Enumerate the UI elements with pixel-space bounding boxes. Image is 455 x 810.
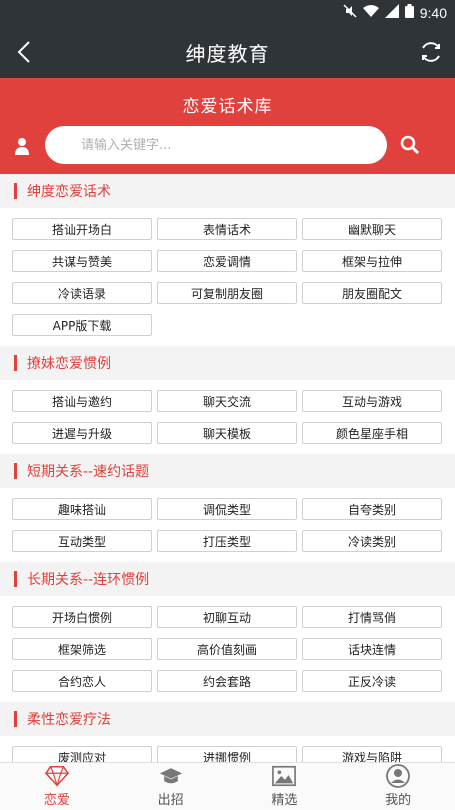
nav-item-love[interactable]: 恋爱	[0, 763, 114, 810]
user-button[interactable]	[10, 134, 34, 158]
status-icons: 9:40	[343, 4, 447, 22]
wifi-icon	[362, 4, 379, 22]
topic-tag-button[interactable]: 聊天交流	[157, 390, 297, 412]
tag-grid: 开场白惯例 初聊互动 打情骂俏框架筛选 高价值刻画 话块连情合约恋人 约会套路 正反冷读	[0, 596, 455, 702]
search-button[interactable]	[397, 132, 423, 158]
topic-tag-button[interactable]: 进挪惯例	[157, 746, 297, 762]
signal-icon	[384, 4, 399, 22]
topic-tag-button[interactable]: 幽默聊天	[302, 218, 442, 240]
section-accent-bar	[14, 183, 17, 199]
search-icon	[400, 135, 420, 155]
topic-tag-button[interactable]: 可复制朋友圈	[157, 282, 297, 304]
topic-tag-button[interactable]: APP版下载	[12, 314, 152, 336]
topic-tag-button[interactable]: 打情骂俏	[302, 606, 442, 628]
nav-item-moves[interactable]: 出招	[114, 763, 228, 810]
tag-grid: 趣味搭讪 调侃类型 自夸类别互动类型 打压类型 冷读类别	[0, 488, 455, 562]
bottom-nav: 恋爱 出招 精选 我的	[0, 762, 455, 810]
nav-label: 恋爱	[43, 793, 70, 808]
topic-tag-button[interactable]: 趣味搭讪	[12, 498, 152, 520]
topic-tag-button[interactable]: 共谋与赞美	[12, 250, 152, 272]
topic-tag-button[interactable]: 初聊互动	[157, 606, 297, 628]
section-accent-bar	[14, 711, 17, 727]
user-icon	[15, 138, 29, 155]
topic-tag-button[interactable]: 冷读类别	[302, 530, 442, 552]
topic-tag-button[interactable]: 自夸类别	[302, 498, 442, 520]
content-area[interactable]: 绅度恋爱话术搭讪开场白 表情话术 幽默聊天共谋与赞美 恋爱调情 框架与拉伸冷读语录 可复制…	[0, 174, 455, 762]
hero-title: 恋爱话术库	[182, 97, 273, 117]
topic-tag-button[interactable]: 互动类型	[12, 530, 152, 552]
topic-tag-button[interactable]: 聊天模板	[157, 422, 297, 444]
search-box	[45, 126, 387, 164]
section-accent-bar	[14, 355, 17, 371]
refresh-button[interactable]	[415, 36, 447, 68]
topic-tag-button[interactable]: 表情话术	[157, 218, 297, 240]
topic-tag-button[interactable]: 搭讪与邀约	[12, 390, 152, 412]
graduation-cap-icon	[159, 765, 183, 787]
page-title: 绅度教育	[185, 42, 270, 66]
tag-grid: 搭讪与邀约 聊天交流 互动与游戏进遲与升级 聊天模板 颜色星座手相	[0, 380, 455, 454]
topic-tag-button[interactable]: 废测应对	[12, 746, 152, 762]
section-accent-bar	[14, 463, 17, 479]
topic-tag-button[interactable]: 高价值刻画	[157, 638, 297, 660]
section-title: 撩妹恋爱惯例	[27, 356, 111, 372]
nav-item-featured[interactable]: 精选	[228, 763, 342, 810]
tag-grid: 废测应对 进挪惯例 游戏与陷阱	[0, 736, 455, 762]
topic-tag-button[interactable]: 调侃类型	[157, 498, 297, 520]
user-circle-icon	[386, 764, 411, 788]
topic-tag-button[interactable]: 合约恋人	[12, 670, 152, 692]
topic-tag-button[interactable]: 框架与拉伸	[302, 250, 442, 272]
battery-icon	[404, 4, 414, 22]
nav-label: 精选	[271, 793, 298, 808]
topic-tag-button[interactable]: 约会套路	[157, 670, 297, 692]
mute-icon	[343, 4, 357, 22]
topic-tag-button[interactable]: 正反冷读	[302, 670, 442, 692]
topic-tag-button[interactable]: 打压类型	[157, 530, 297, 552]
section-list: 绅度恋爱话术搭讪开场白 表情话术 幽默聊天共谋与赞美 恋爱调情 框架与拉伸冷读语录 可复制…	[0, 174, 455, 762]
section-title: 柔性恋爱疗法	[27, 712, 111, 728]
topic-tag-button[interactable]: 互动与游戏	[302, 390, 442, 412]
section-accent-bar	[14, 571, 17, 587]
section-header: 长期关系--连环惯例	[0, 562, 455, 596]
topic-tag-button[interactable]: 框架筛选	[12, 638, 152, 660]
topic-tag-button[interactable]: 游戏与陷阱	[302, 746, 442, 762]
section-header: 柔性恋爱疗法	[0, 702, 455, 736]
status-time: 9:40	[419, 5, 447, 21]
nav-item-mine[interactable]: 我的	[341, 763, 455, 810]
topic-tag-button[interactable]: 进遲与升级	[12, 422, 152, 444]
image-icon	[272, 765, 297, 787]
section-title: 长期关系--连环惯例	[27, 572, 150, 588]
topic-tag-button[interactable]: 恋爱调情	[157, 250, 297, 272]
app-header: 绅度教育	[0, 26, 455, 78]
topic-tag-button[interactable]: 话块连情	[302, 638, 442, 660]
diamond-icon	[44, 765, 69, 787]
section-header: 撩妹恋爱惯例	[0, 346, 455, 380]
nav-label: 出招	[157, 793, 184, 808]
topic-tag-button[interactable]: 搭讪开场白	[12, 218, 152, 240]
search-input[interactable]	[81, 137, 387, 153]
section-header: 绅度恋爱话术	[0, 174, 455, 208]
section-title: 绅度恋爱话术	[27, 184, 111, 200]
status-bar: 9:40	[0, 0, 455, 26]
topic-tag-button[interactable]: 颜色星座手相	[302, 422, 442, 444]
topic-tag-button[interactable]: 冷读语录	[12, 282, 152, 304]
hero-banner: 恋爱话术库	[0, 78, 455, 174]
tag-grid: 搭讪开场白 表情话术 幽默聊天共谋与赞美 恋爱调情 框架与拉伸冷读语录 可复制朋友圈 朋友圈…	[0, 208, 455, 346]
section-header: 短期关系--速约话题	[0, 454, 455, 488]
refresh-icon	[422, 42, 440, 62]
topic-tag-button[interactable]: 朋友圈配文	[302, 282, 442, 304]
section-title: 短期关系--速约话题	[27, 464, 150, 480]
nav-label: 我的	[385, 793, 412, 808]
topic-tag-button[interactable]: 开场白惯例	[12, 606, 152, 628]
